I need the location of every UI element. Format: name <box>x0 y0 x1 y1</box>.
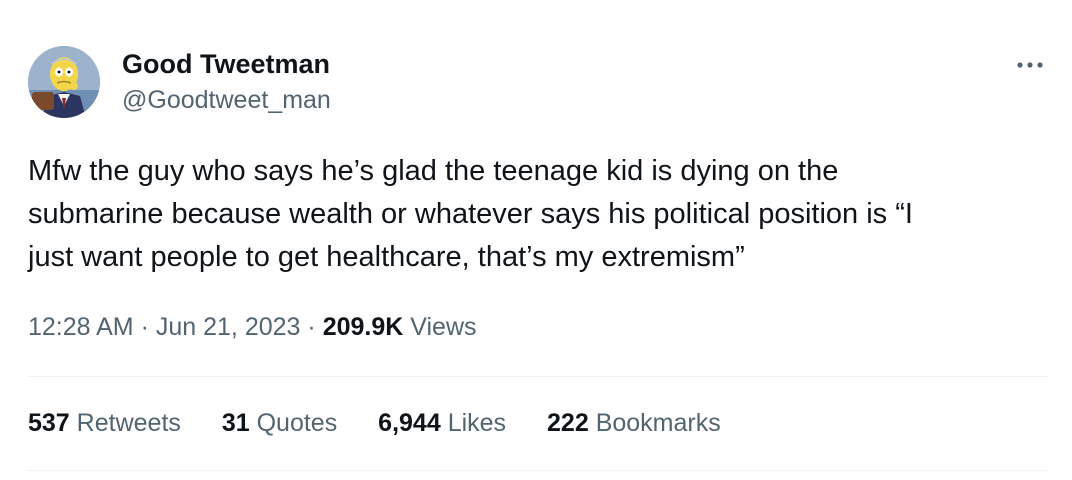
meta-separator: · <box>307 313 316 341</box>
tweet-card: Good Tweetman @Goodtweet_man Mfw the guy… <box>0 0 1072 480</box>
tweet-views[interactable]: 209.9K Views <box>323 313 477 341</box>
author-handle[interactable]: @Goodtweet_man <box>122 84 331 116</box>
likes-stat[interactable]: 6,944 Likes <box>378 406 506 440</box>
more-horizontal-icon <box>1017 62 1043 68</box>
more-options-button[interactable] <box>1010 50 1050 80</box>
divider <box>28 376 1048 377</box>
author-display-name[interactable]: Good Tweetman <box>122 47 331 81</box>
tweet-stats: 537 Retweets 31 Quotes 6,944 Likes 222 B… <box>28 406 755 440</box>
bookmarks-stat[interactable]: 222 Bookmarks <box>547 406 721 440</box>
divider <box>28 470 1048 471</box>
bookmarks-label: Bookmarks <box>595 409 721 437</box>
retweets-stat[interactable]: 537 Retweets <box>28 406 181 440</box>
tweet-time[interactable]: 12:28 AM <box>28 313 134 341</box>
tweet-meta: 12:28 AM · Jun 21, 2023 · 209.9K Views <box>28 310 477 344</box>
quotes-count: 31 <box>221 409 250 437</box>
cartoon-avatar-icon <box>28 46 100 118</box>
author-info: Good Tweetman @Goodtweet_man <box>122 47 331 116</box>
views-label: Views <box>410 313 477 341</box>
likes-count: 6,944 <box>378 409 441 437</box>
likes-label: Likes <box>447 409 507 437</box>
tweet-date[interactable]: Jun 21, 2023 <box>156 313 301 341</box>
quotes-label: Quotes <box>256 409 338 437</box>
retweets-count: 537 <box>28 409 70 437</box>
views-count: 209.9K <box>322 313 404 341</box>
bookmarks-count: 222 <box>547 409 589 437</box>
retweets-label: Retweets <box>76 409 181 437</box>
avatar[interactable] <box>28 46 100 118</box>
quotes-stat[interactable]: 31 Quotes <box>222 406 337 440</box>
meta-separator: · <box>140 313 149 341</box>
tweet-text: Mfw the guy who says he’s glad the teena… <box>28 155 913 273</box>
